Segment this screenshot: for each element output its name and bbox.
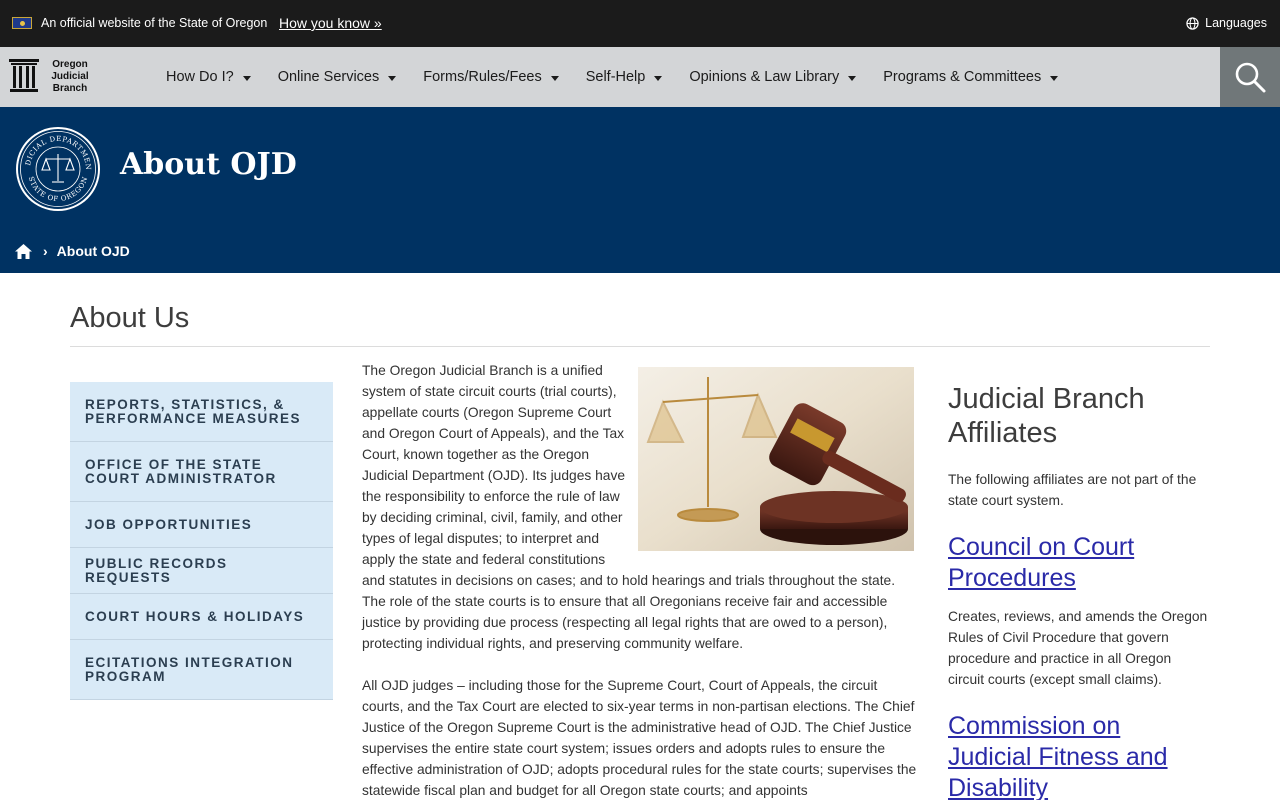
- chevron-right-icon: ›: [43, 243, 48, 259]
- sidebar-item-court-hours[interactable]: COURT HOURS & HOLIDAYS: [70, 594, 333, 640]
- page-hero: JUDICIAL DEPARTMENT STATE OF OREGON Abou…: [0, 107, 1280, 273]
- affiliates-heading: Judicial Branch Affiliates: [948, 383, 1145, 449]
- sidebar-nav: REPORTS, STATISTICS, & PERFORMANCE MEASU…: [70, 382, 333, 700]
- caret-down-icon: [654, 75, 663, 81]
- breadcrumb: › About OJD: [15, 243, 130, 259]
- courthouse-icon: [9, 59, 39, 92]
- oregon-flag-icon: [12, 17, 32, 29]
- nav-programs-committees[interactable]: Programs & Committees: [883, 69, 1059, 85]
- article-body: The Oregon Judicial Branch is a unified …: [362, 360, 920, 800]
- languages-button[interactable]: Languages: [1186, 16, 1267, 30]
- nav-how-do-i[interactable]: How Do I?: [166, 69, 251, 85]
- hero-title: About OJD: [120, 147, 297, 182]
- languages-label: Languages: [1205, 16, 1267, 30]
- sidebar-item-osca[interactable]: OFFICE OF THE STATE COURT ADMINISTRATOR: [70, 442, 333, 502]
- logo-text: Oregon Judicial Branch: [51, 59, 89, 94]
- ojd-logo[interactable]: Oregon Judicial Branch: [9, 57, 99, 97]
- nav-online-services[interactable]: Online Services: [278, 69, 397, 85]
- home-icon[interactable]: [15, 243, 32, 259]
- nav-menu: How Do I? Online Services Forms/Rules/Fe…: [166, 47, 1085, 107]
- caret-down-icon: [388, 75, 397, 81]
- how-you-know-link[interactable]: How you know »: [279, 15, 382, 31]
- caret-down-icon: [550, 75, 559, 81]
- affiliates-panel: Judicial Branch Affiliates The following…: [948, 382, 1210, 800]
- sidebar-item-ecitations[interactable]: ECITATIONS INTEGRATION PROGRAM: [70, 640, 333, 700]
- sidebar-item-reports[interactable]: REPORTS, STATISTICS, & PERFORMANCE MEASU…: [70, 382, 333, 442]
- page-title: About Us: [70, 302, 190, 334]
- caret-down-icon: [848, 75, 857, 81]
- caret-down-icon: [242, 75, 251, 81]
- affiliate-link-council-court-procedures[interactable]: Council on Court Procedures: [948, 532, 1210, 594]
- divider: [70, 346, 1210, 347]
- main-navigation: Oregon Judicial Branch How Do I? Online …: [0, 47, 1280, 107]
- affiliates-note: The following affiliates are not part of…: [948, 472, 1197, 508]
- globe-icon: [1186, 16, 1199, 30]
- nav-forms-rules-fees[interactable]: Forms/Rules/Fees: [423, 69, 559, 85]
- breadcrumb-current: About OJD: [56, 243, 130, 259]
- judicial-department-seal: JUDICIAL DEPARTMENT STATE OF OREGON: [15, 126, 100, 211]
- nav-self-help[interactable]: Self-Help: [586, 69, 663, 85]
- sidebar-item-public-records[interactable]: PUBLIC RECORDS REQUESTS: [70, 548, 333, 594]
- sidebar-item-jobs[interactable]: JOB OPPORTUNITIES: [70, 502, 333, 548]
- nav-opinions-law-library[interactable]: Opinions & Law Library: [689, 69, 857, 85]
- search-icon: [1235, 62, 1266, 93]
- search-button[interactable]: [1220, 47, 1280, 107]
- article-paragraph-2: All OJD judges – including those for the…: [362, 678, 917, 798]
- caret-down-icon: [1050, 75, 1059, 81]
- gavel-and-scales-image: [638, 367, 914, 551]
- official-banner: An official website of the State of Oreg…: [0, 0, 1280, 47]
- official-website-text: An official website of the State of Oreg…: [41, 16, 268, 30]
- affiliate-description: Creates, reviews, and amends the Oregon …: [948, 609, 1208, 687]
- affiliate-link-judicial-fitness[interactable]: Commission on Judicial Fitness and Disab…: [948, 711, 1210, 800]
